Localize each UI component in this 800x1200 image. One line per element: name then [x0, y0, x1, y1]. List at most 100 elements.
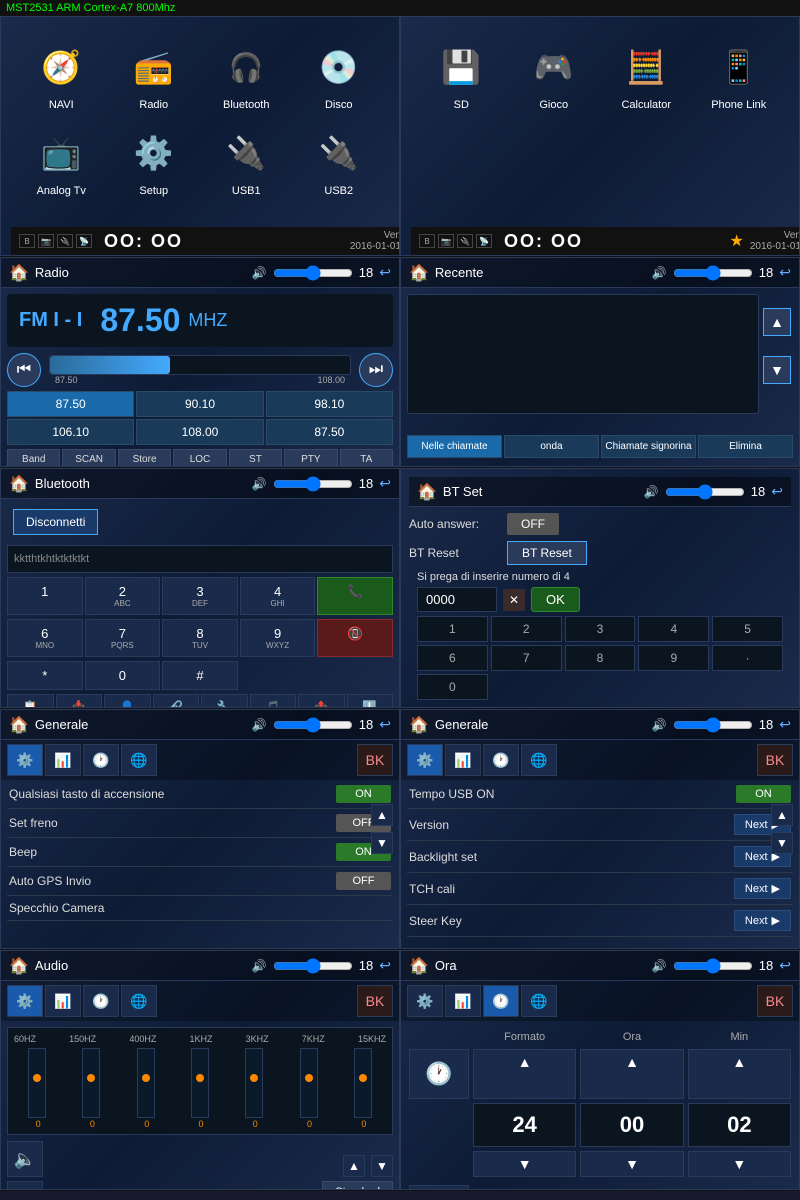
tab-onda[interactable]: onda [504, 435, 599, 458]
min-down[interactable]: ▼ [688, 1151, 791, 1177]
gen-gps-toggle[interactable]: OFF [336, 872, 391, 890]
gen-right-back[interactable]: ↩ [779, 716, 791, 733]
scroll-up-right[interactable]: ▲ [771, 804, 793, 826]
app-sd[interactable]: 💾 SD [417, 33, 506, 115]
ctrl-pty[interactable]: PTY [284, 449, 337, 467]
bt-action-1[interactable]: 📋 [7, 694, 54, 708]
ora-tab-eq[interactable]: 📊 [445, 985, 481, 1017]
ora-tab-settings[interactable]: ⚙️ [407, 985, 443, 1017]
app-usb1[interactable]: 🔌 USB1 [202, 119, 291, 201]
gen-right-volume-slider[interactable] [673, 717, 753, 733]
bt-action-2[interactable]: 📥 [56, 694, 103, 708]
ora-down[interactable]: ▼ [580, 1151, 683, 1177]
auto-answer-toggle[interactable]: OFF [507, 513, 559, 535]
min-up[interactable]: ▲ [688, 1049, 791, 1099]
home-icon-recent[interactable]: 🏠 [409, 263, 429, 283]
gen-tab-eq[interactable]: 📊 [45, 744, 81, 776]
radio-slider[interactable] [49, 355, 351, 375]
ora-tab-bk[interactable]: BK [757, 985, 793, 1017]
radio-next-btn[interactable]: ⏭ [359, 353, 393, 387]
scroll-up-left[interactable]: ▲ [371, 804, 393, 826]
bt-volume-slider[interactable] [273, 476, 353, 492]
ctrl-ta[interactable]: TA [340, 449, 393, 467]
btset-back-icon[interactable]: ↩ [771, 483, 783, 500]
scroll-down-right[interactable]: ▼ [771, 832, 793, 854]
recent-up-btn[interactable]: ▲ [763, 308, 791, 336]
tab-elimina[interactable]: Elimina [698, 435, 793, 458]
bt-action-4[interactable]: 🔗 [153, 694, 200, 708]
app-gioco[interactable]: 🎮 Gioco [510, 33, 599, 115]
audio-scroll-up[interactable]: ▲ [343, 1155, 365, 1177]
app-usb2[interactable]: 🔌 USB2 [295, 119, 384, 201]
ora-volume-slider[interactable] [673, 958, 753, 974]
gen-right-tab-globe[interactable]: 🌐 [521, 744, 557, 776]
key-hangup[interactable]: 📵 [317, 619, 393, 657]
key-3[interactable]: 3DEF [162, 577, 238, 615]
recent-down-btn[interactable]: ▼ [763, 356, 791, 384]
bt-back-icon[interactable]: ↩ [379, 475, 391, 492]
np-6[interactable]: 6 [417, 645, 488, 671]
gen-right-tab-bk[interactable]: BK [757, 744, 793, 776]
gen-usbon-toggle[interactable]: ON [736, 785, 791, 803]
eq-preset-btn[interactable]: Standard [322, 1181, 393, 1190]
home-icon-ora[interactable]: 🏠 [409, 956, 429, 976]
audio-back-icon[interactable]: ↩ [379, 957, 391, 974]
home-icon-gen-left[interactable]: 🏠 [9, 715, 29, 735]
np-9[interactable]: 9 [638, 645, 709, 671]
bt-action-3[interactable]: 👤 [104, 694, 151, 708]
btset-clear-btn[interactable]: ✕ [503, 589, 525, 611]
key-hash[interactable]: # [162, 661, 238, 690]
bt-reset-btn[interactable]: BT Reset [507, 541, 587, 565]
audio-tab-bk[interactable]: BK [357, 985, 393, 1017]
eq-icon[interactable]: 📊 [7, 1181, 43, 1190]
preset-6[interactable]: 87.50 [266, 419, 393, 445]
preset-3[interactable]: 98.10 [266, 391, 393, 417]
key-4[interactable]: 4GHI [240, 577, 316, 615]
key-1[interactable]: 1 [7, 577, 83, 615]
time-clock-icon[interactable]: 🕐 [409, 1049, 469, 1099]
key-star[interactable]: * [7, 661, 83, 690]
app-bluetooth[interactable]: 🎧 Bluetooth [202, 33, 291, 115]
app-radio[interactable]: 📻 Radio [110, 33, 199, 115]
ctrl-st[interactable]: ST [229, 449, 282, 467]
gen-tab-settings[interactable]: ⚙️ [7, 744, 43, 776]
ctrl-store[interactable]: Store [118, 449, 171, 467]
audio-scroll-down[interactable]: ▼ [371, 1155, 393, 1177]
audio-volume-slider[interactable] [273, 958, 353, 974]
gen-tab-clock[interactable]: 🕐 [83, 744, 119, 776]
app-calculator[interactable]: 🧮 Calculator [602, 33, 691, 115]
gen-steer-next[interactable]: Next ▶ [734, 910, 791, 931]
ctrl-band[interactable]: Band [7, 449, 60, 467]
np-4[interactable]: 4 [638, 616, 709, 642]
preset-1[interactable]: 87.50 [7, 391, 134, 417]
formato-up[interactable]: ▲ [473, 1049, 576, 1099]
radio-volume-slider[interactable] [273, 265, 353, 281]
home-icon-btset[interactable]: 🏠 [417, 482, 437, 502]
gen-right-tab-eq[interactable]: 📊 [445, 744, 481, 776]
key-2[interactable]: 2ABC [85, 577, 161, 615]
preset-5[interactable]: 108.00 [136, 419, 263, 445]
ctrl-scan[interactable]: SCAN [62, 449, 115, 467]
home-icon-radio[interactable]: 🏠 [9, 263, 29, 283]
tab-chiamate-signorina[interactable]: Chiamate signorina [601, 435, 696, 458]
np-0[interactable]: 0 [417, 674, 488, 700]
np-8[interactable]: 8 [565, 645, 636, 671]
key-call[interactable]: 📞 [317, 577, 393, 615]
app-disco[interactable]: 💿 Disco [295, 33, 384, 115]
preset-2[interactable]: 90.10 [136, 391, 263, 417]
audio-tab-eq[interactable]: 📊 [45, 985, 81, 1017]
btset-pin-input[interactable] [417, 587, 497, 612]
gen-tch-next[interactable]: Next ▶ [734, 878, 791, 899]
gen-accensione-toggle[interactable]: ON [336, 785, 391, 803]
formato-down[interactable]: ▼ [473, 1151, 576, 1177]
btset-volume-slider[interactable] [665, 484, 745, 500]
audio-tab-clock[interactable]: 🕐 [83, 985, 119, 1017]
calendar-icon[interactable]: 📅 [409, 1185, 469, 1190]
recent-back-icon[interactable]: ↩ [779, 264, 791, 281]
app-setup[interactable]: ⚙️ Setup [110, 119, 199, 201]
btset-ok-btn[interactable]: OK [531, 587, 580, 612]
bt-action-6[interactable]: 🎵 [250, 694, 297, 708]
ctrl-loc[interactable]: LOC [173, 449, 226, 467]
audio-tab-settings[interactable]: ⚙️ [7, 985, 43, 1017]
key-0[interactable]: 0 [85, 661, 161, 690]
